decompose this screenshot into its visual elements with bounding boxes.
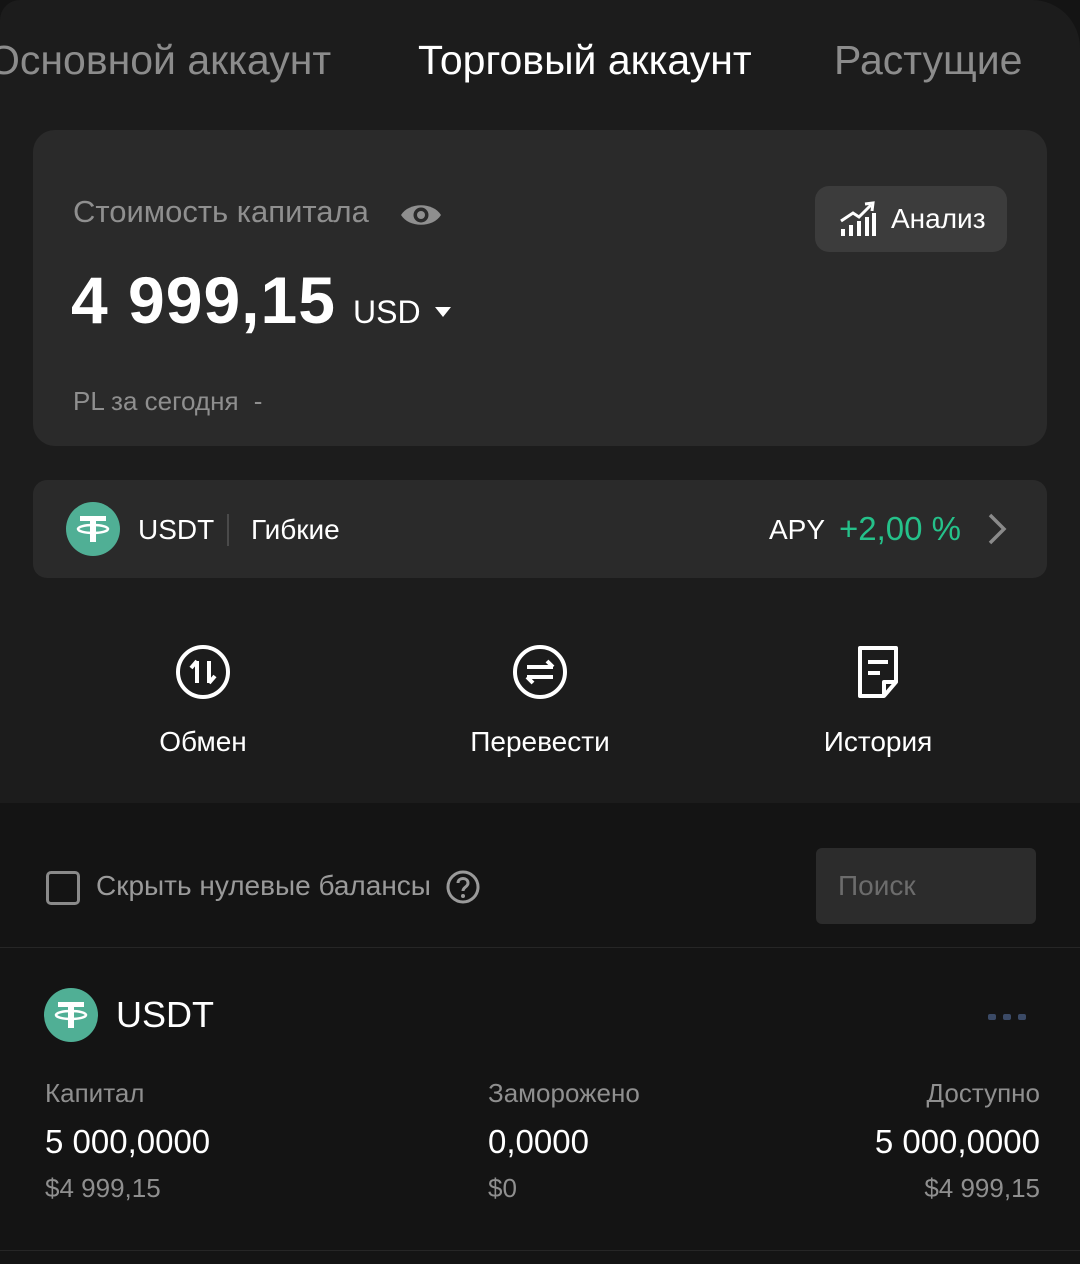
- earn-banner[interactable]: USDT Гибкие APY +2,00 %: [33, 480, 1047, 578]
- available-header: Доступно: [926, 1078, 1040, 1108]
- asset-capital: Капитал 5 000,0000 $4 999,15: [45, 1078, 210, 1204]
- capital-label: Стоимость капитала: [73, 194, 369, 229]
- chevron-right-icon: [988, 513, 1007, 545]
- frozen-header: Заморожено: [488, 1078, 640, 1108]
- divider: [0, 1250, 1080, 1251]
- account-panel: Основной аккаунт Торговый аккаунт Растущ…: [0, 0, 1080, 803]
- available-fiat: $4 999,15: [924, 1173, 1040, 1203]
- earn-type: Гибкие: [251, 514, 340, 545]
- asset-available: Доступно 5 000,0000 $4 999,15: [875, 1078, 1040, 1204]
- transfer-button[interactable]: Перевести: [420, 644, 660, 764]
- earn-coin: USDT: [138, 514, 215, 545]
- asset-filter-bar: Скрыть нулевые балансы: [0, 826, 1080, 946]
- apy-label: APY: [769, 514, 826, 545]
- exchange-label: Обмен: [159, 726, 247, 757]
- chart-up-icon: [840, 201, 876, 236]
- capital-amount: 5 000,0000: [45, 1123, 211, 1160]
- hide-zero-label[interactable]: Скрыть нулевые балансы: [96, 870, 431, 902]
- frozen-fiat: $0: [488, 1173, 517, 1203]
- tether-icon: [66, 502, 120, 556]
- exchange-icon: [176, 645, 230, 699]
- search-input[interactable]: [816, 848, 1036, 924]
- hide-zero-checkbox[interactable]: [46, 871, 80, 905]
- divider: [227, 514, 229, 546]
- transfer-label: Перевести: [470, 726, 610, 757]
- transfer-icon: [513, 645, 567, 699]
- history-icon: [858, 646, 898, 698]
- capital-card: Стоимость капитала 4 999,15 USD PL за се…: [33, 130, 1047, 446]
- tab-main-account[interactable]: Основной аккаунт: [0, 36, 331, 84]
- more-icon[interactable]: [986, 1012, 1028, 1022]
- available-amount: 5 000,0000: [874, 1123, 1040, 1160]
- frozen-amount: 0,0000: [488, 1123, 589, 1160]
- eye-icon[interactable]: [399, 200, 443, 230]
- exchange-button[interactable]: Обмен: [83, 644, 323, 764]
- analysis-label: Анализ: [891, 203, 986, 234]
- pl-label: PL за сегодня: [73, 386, 239, 416]
- asset-frozen: Заморожено 0,0000 $0: [488, 1078, 640, 1204]
- pl-today: PL за сегодня -: [73, 386, 262, 417]
- tab-trading-account[interactable]: Торговый аккаунт: [418, 36, 752, 84]
- apy-value: +2,00 %: [839, 510, 962, 547]
- capital-header: Капитал: [45, 1078, 145, 1108]
- tab-growing[interactable]: Растущие: [834, 36, 1022, 84]
- history-button[interactable]: История: [758, 644, 998, 764]
- tether-icon: [44, 988, 98, 1042]
- history-label: История: [823, 726, 933, 757]
- asset-name: USDT: [116, 994, 214, 1035]
- search-box[interactable]: [816, 848, 1036, 924]
- account-tabs: Основной аккаунт Торговый аккаунт Растущ…: [0, 0, 1080, 120]
- capital-value: 4 999,15: [71, 263, 336, 337]
- analysis-button[interactable]: Анализ: [815, 186, 1007, 252]
- pl-value: -: [253, 386, 263, 416]
- asset-row-usdt[interactable]: USDT Капитал 5 000,0000 $4 999,15 Заморо…: [0, 948, 1080, 1248]
- caret-down-icon[interactable]: [433, 302, 453, 322]
- capital-fiat: $4 999,15: [45, 1173, 161, 1203]
- currency-selector[interactable]: USD: [353, 294, 421, 331]
- help-icon[interactable]: [446, 870, 480, 904]
